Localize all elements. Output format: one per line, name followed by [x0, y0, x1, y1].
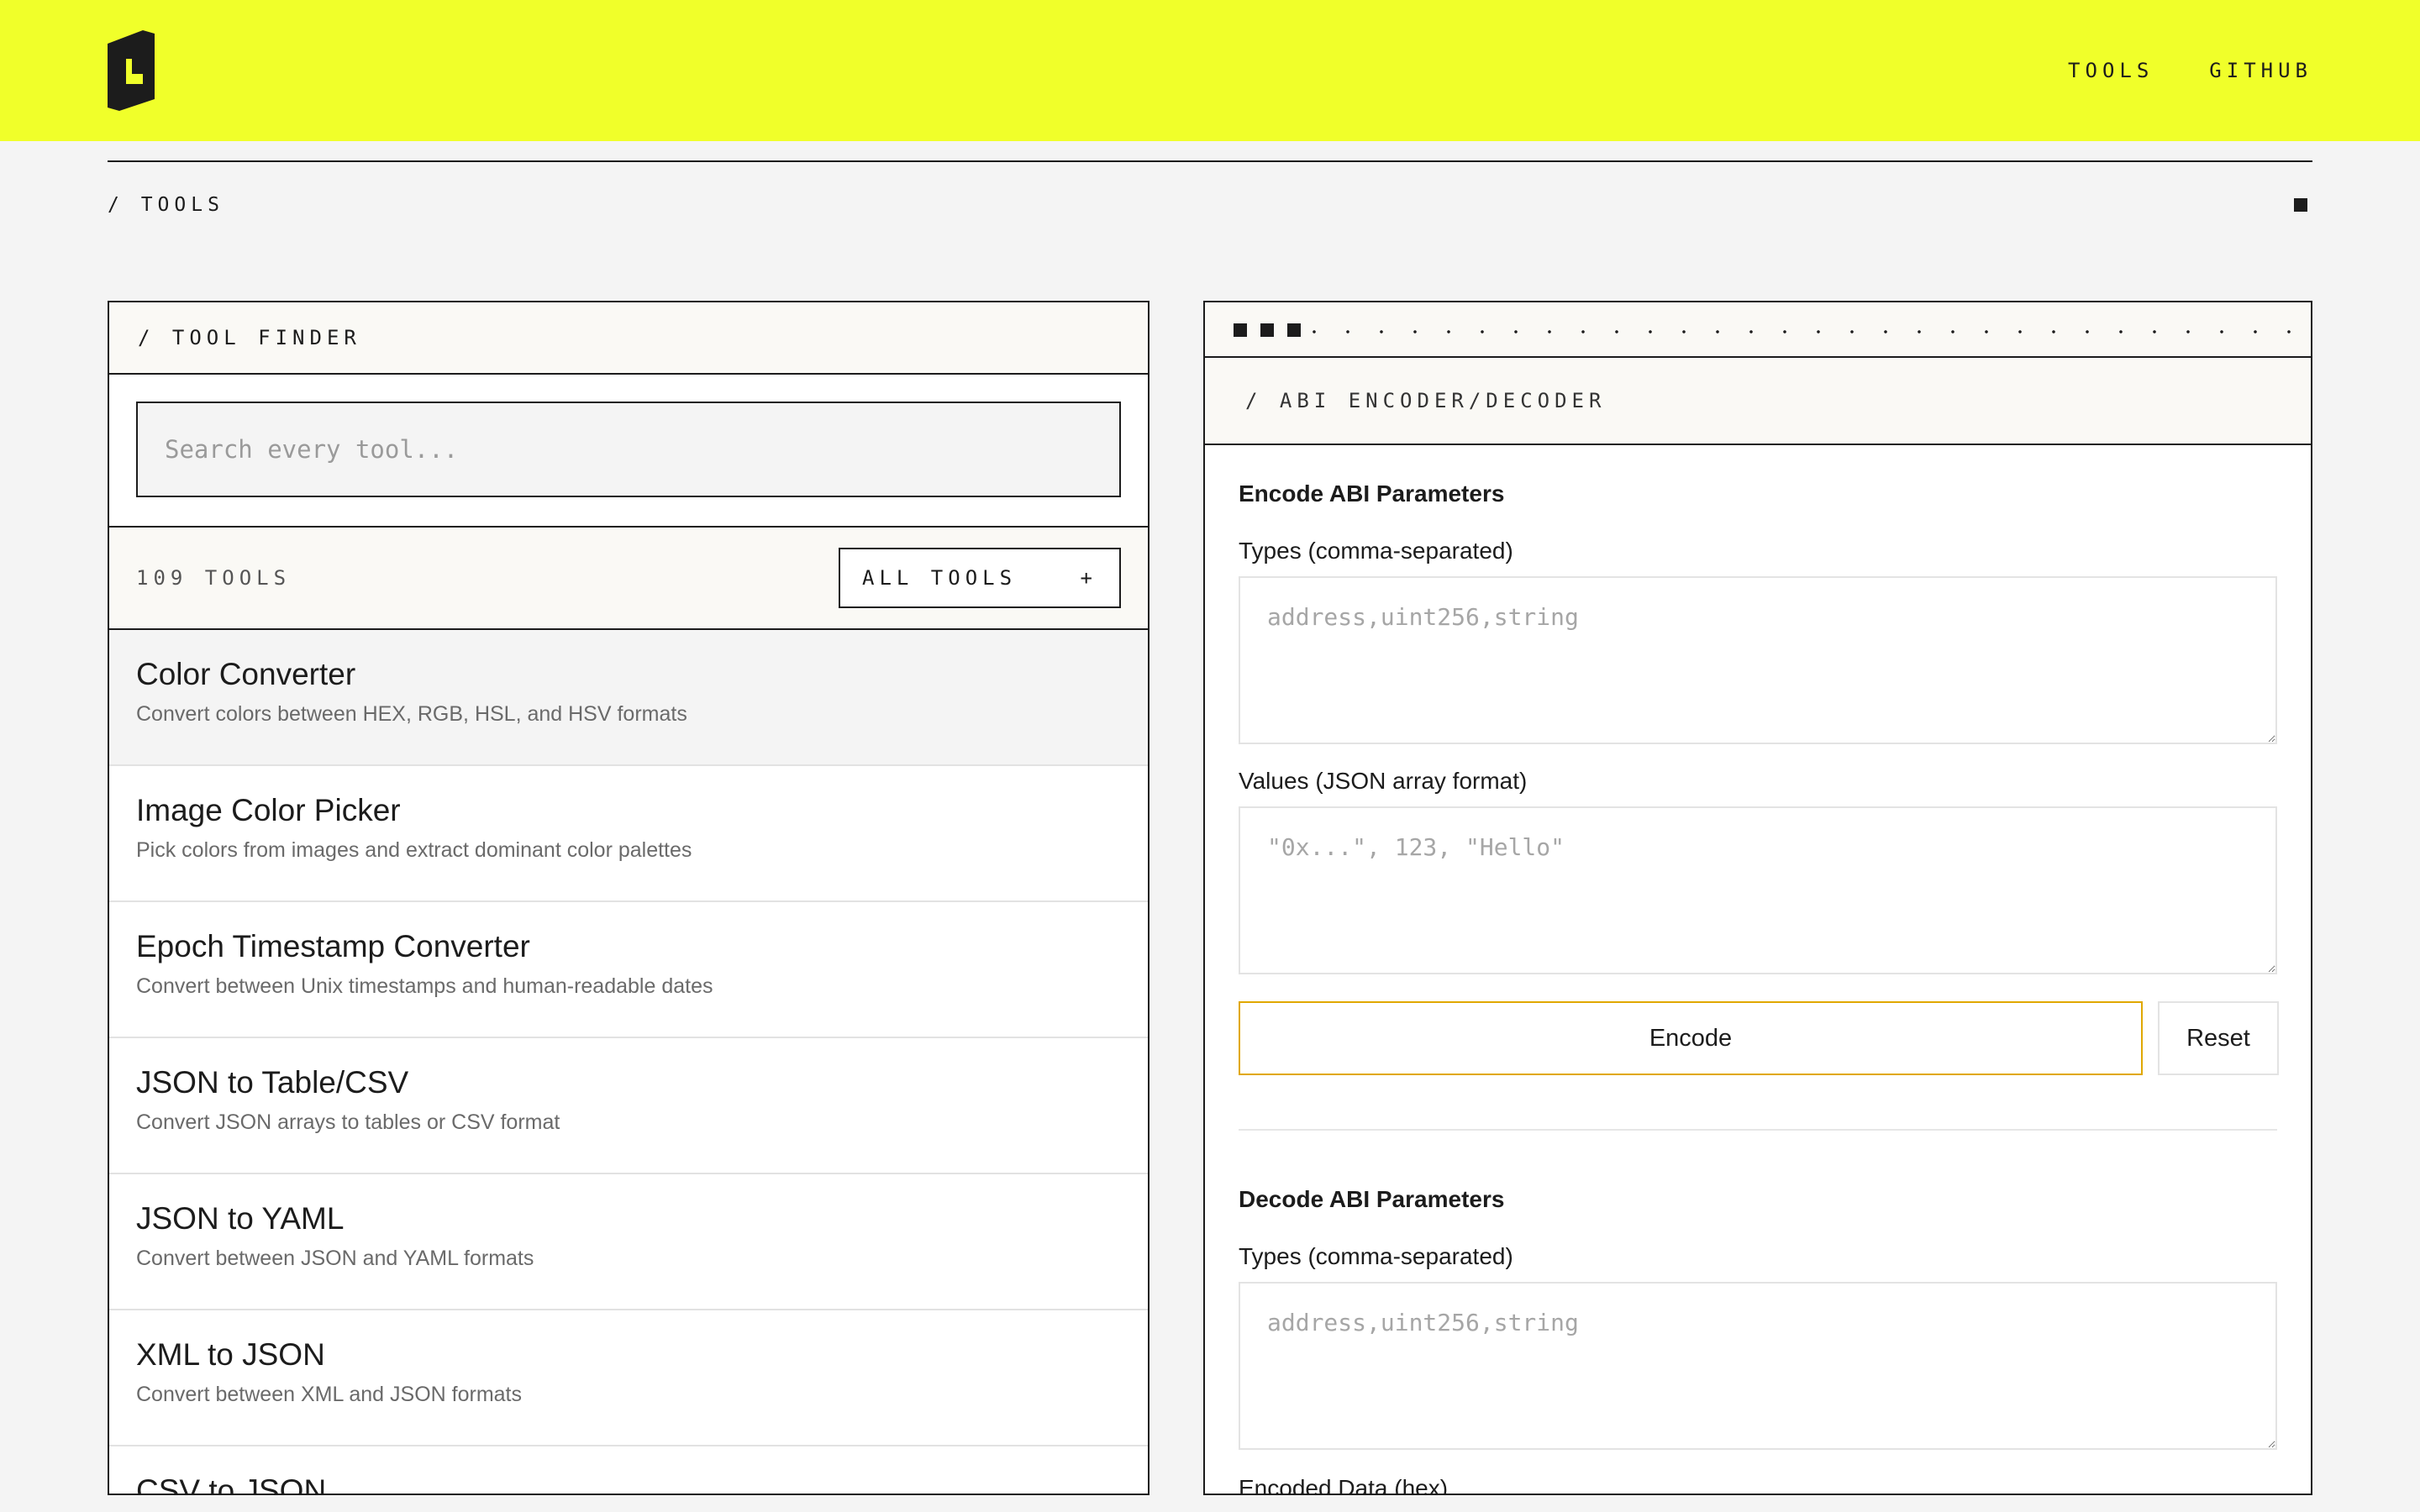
encode-values-input[interactable]: [1239, 806, 2277, 974]
tool-finder-panel: / TOOL FINDER 109 TOOLS ALL TOOLS + Colo…: [108, 301, 1150, 1495]
dotted-line: [1297, 330, 2302, 333]
panel-status-bar: [1205, 302, 2311, 358]
tool-description: Convert between JSON and YAML formats: [136, 1247, 534, 1270]
encode-actions: Encode Reset: [1239, 1001, 2279, 1075]
tool-item-json-to-yaml[interactable]: JSON to YAML Convert between JSON and YA…: [109, 1174, 1148, 1310]
tool-description: Pick colors from images and extract domi…: [136, 838, 692, 862]
top-bar: TOOLS GITHUB: [0, 0, 2420, 141]
search-container: [109, 375, 1148, 528]
decode-heading: Decode ABI Parameters: [1239, 1186, 1505, 1212]
tool-item-xml-to-json[interactable]: XML to JSON Convert between XML and JSON…: [109, 1310, 1148, 1446]
tool-name: Color Converter: [136, 657, 356, 691]
nav-link-github[interactable]: GITHUB: [2209, 54, 2312, 87]
tool-description: Convert colors between HEX, RGB, HSL, an…: [136, 702, 687, 726]
tool-name: Epoch Timestamp Converter: [136, 929, 530, 963]
tool-item-json-to-table[interactable]: JSON to Table/CSV Convert JSON arrays to…: [109, 1038, 1148, 1174]
all-tools-label: ALL TOOLS: [862, 566, 1018, 590]
encode-types-input[interactable]: [1239, 576, 2277, 744]
encode-types-label: Types (comma-separated): [1239, 538, 1513, 564]
tool-list: Color Converter Convert colors between H…: [109, 630, 1148, 1495]
tool-item-color-converter[interactable]: Color Converter Convert colors between H…: [109, 630, 1148, 766]
main-nav: TOOLS GITHUB: [2068, 54, 2312, 87]
encode-values-label: Values (JSON array format): [1239, 768, 1528, 794]
square-icon: [2294, 198, 2307, 212]
tool-description: Convert between XML and JSON formats: [136, 1383, 522, 1406]
tool-name: JSON to YAML: [136, 1201, 345, 1236]
tool-item-epoch-timestamp-converter[interactable]: Epoch Timestamp Converter Convert betwee…: [109, 902, 1148, 1038]
encode-button[interactable]: Encode: [1239, 1001, 2143, 1075]
all-tools-dropdown[interactable]: ALL TOOLS +: [839, 548, 1121, 608]
reset-button[interactable]: Reset: [2158, 1001, 2279, 1075]
section-divider: [1239, 1129, 2277, 1131]
nav-link-tools[interactable]: TOOLS: [2068, 54, 2154, 87]
tool-title: / ABI ENCODER/DECODER: [1205, 358, 2311, 445]
tool-name: CSV to JSON: [136, 1473, 327, 1495]
tool-name: Image Color Picker: [136, 793, 401, 827]
tool-description: Convert JSON arrays to tables or CSV for…: [136, 1110, 560, 1134]
logo-icon[interactable]: [108, 30, 155, 111]
square-icon: [1260, 323, 1274, 337]
decode-data-label: Encoded Data (hex): [1239, 1475, 1449, 1495]
tool-count: 109 TOOLS: [136, 566, 292, 590]
tool-finder-title: / TOOL FINDER: [109, 302, 1148, 375]
square-icon: [1234, 323, 1247, 337]
abi-tool-panel: / ABI ENCODER/DECODER Encode ABI Paramet…: [1203, 301, 2312, 1495]
tool-body: Encode ABI Parameters Types (comma-separ…: [1205, 480, 2311, 1495]
tool-item-image-color-picker[interactable]: Image Color Picker Pick colors from imag…: [109, 766, 1148, 902]
tool-name: XML to JSON: [136, 1337, 325, 1372]
plus-icon: +: [1080, 566, 1097, 590]
breadcrumb: / TOOLS: [108, 194, 224, 216]
filter-bar: 109 TOOLS ALL TOOLS +: [109, 528, 1148, 630]
search-input[interactable]: [136, 402, 1121, 497]
encode-heading: Encode ABI Parameters: [1239, 480, 1505, 507]
decode-types-input[interactable]: [1239, 1282, 2277, 1450]
tool-name: JSON to Table/CSV: [136, 1065, 409, 1100]
decode-types-label: Types (comma-separated): [1239, 1243, 1513, 1269]
header-divider: [108, 160, 2312, 162]
tool-item-csv-to-json[interactable]: CSV to JSON: [109, 1446, 1148, 1495]
tool-description: Convert between Unix timestamps and huma…: [136, 974, 713, 998]
